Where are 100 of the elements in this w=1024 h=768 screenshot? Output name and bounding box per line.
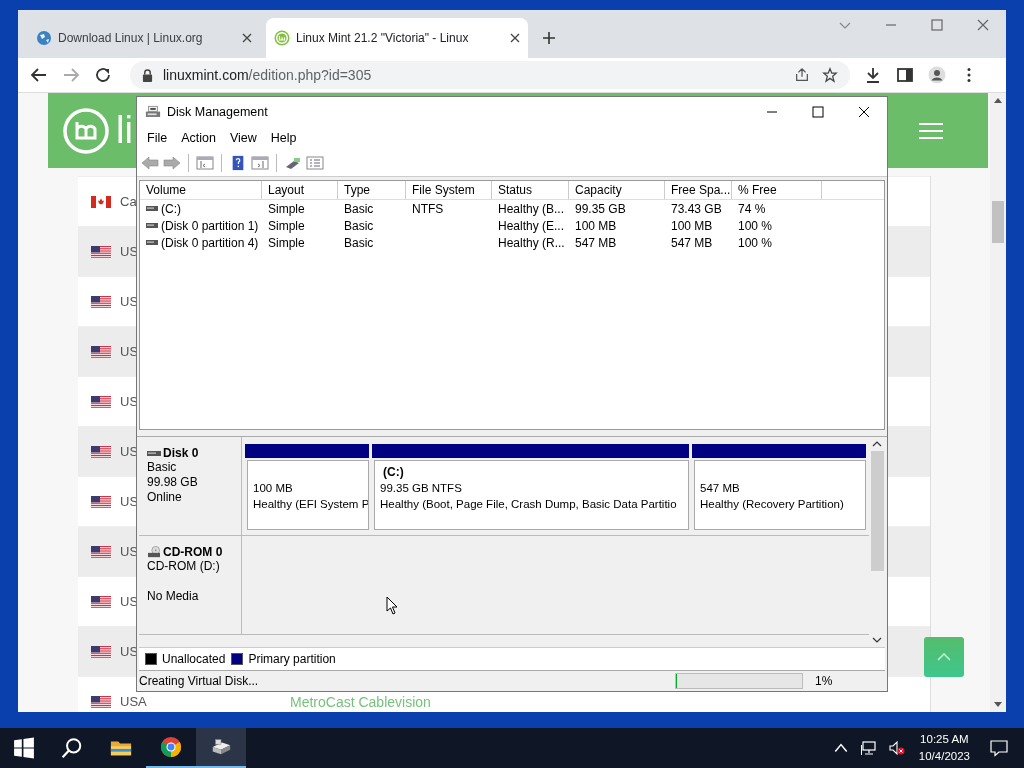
new-tab-icon[interactable] <box>542 31 556 45</box>
chevron-up-icon <box>936 652 952 662</box>
table-cell: 100 % <box>738 235 773 250</box>
disk-info: 99.98 GB <box>147 475 198 490</box>
menu-item[interactable]: File <box>141 131 174 145</box>
lock-icon <box>142 68 153 82</box>
status-text: Creating Virtual Disk... <box>139 674 259 688</box>
scroll-thumb[interactable] <box>992 201 1004 243</box>
partition-size: 99.35 GB NTFS <box>380 481 463 496</box>
disk-name: Disk 0 <box>163 446 199 460</box>
window-title: Disk Management <box>167 105 268 119</box>
scroll-up-icon[interactable] <box>872 441 882 447</box>
legend-label: Unallocated <box>162 652 226 666</box>
cd-drive-icon <box>147 546 161 558</box>
close-icon[interactable] <box>242 33 252 43</box>
side-panel-icon[interactable] <box>896 66 914 84</box>
download-icon[interactable] <box>864 66 882 84</box>
usa-flag-icon <box>91 295 111 308</box>
disk-info: No Media <box>147 589 199 604</box>
profile-icon[interactable] <box>928 66 946 84</box>
scroll-thumb[interactable] <box>870 451 884 571</box>
close-icon[interactable] <box>976 18 990 32</box>
drive-icon <box>146 205 158 212</box>
usa-flag-icon <box>91 595 111 608</box>
partition-size: 547 MB <box>700 481 741 496</box>
scroll-down-icon[interactable] <box>994 701 1002 707</box>
notification-icon[interactable] <box>990 739 1008 757</box>
menu-item[interactable]: View <box>223 131 263 145</box>
logo-text: li <box>116 109 133 152</box>
forward-arrow-icon[interactable] <box>163 154 181 171</box>
usa-flag-icon <box>91 695 111 708</box>
disk-label-panel[interactable]: Disk 0 Basic 99.98 GB Online <box>139 437 242 535</box>
partition-status: Healthy (EFI System P <box>253 497 368 512</box>
table-cell: Simple <box>268 201 305 216</box>
table-cell: Simple <box>268 218 305 233</box>
table-cell: Healthy (B... <box>498 201 565 216</box>
table-cell: Basic <box>344 235 374 250</box>
usa-flag-icon <box>91 345 111 358</box>
browser-tab[interactable]: Linux Mint 21.2 "Victoria" - Linux <box>266 18 528 58</box>
search-icon <box>61 737 83 759</box>
browser-tab[interactable]: Download Linux | Linux.org <box>28 18 260 58</box>
disk-info: Basic <box>147 460 177 475</box>
back-arrow-icon[interactable] <box>30 66 48 84</box>
table-cell: 73.43 GB <box>671 201 722 216</box>
table-cell: 547 MB <box>671 235 713 250</box>
partition-status: Healthy (Recovery Partition) <box>700 497 845 512</box>
table-cell: 100 MB <box>671 218 713 233</box>
globe-icon <box>36 30 52 46</box>
disk-info: CD-ROM (D:) <box>147 559 220 574</box>
close-icon[interactable] <box>510 33 520 43</box>
usa-flag-icon <box>91 495 111 508</box>
table-cell: (C:) <box>161 201 181 216</box>
disk-label-panel[interactable]: CD-ROM 0 CD-ROM (D:) No Media <box>139 536 242 634</box>
scrollbar[interactable] <box>990 93 1006 712</box>
usa-flag-icon <box>91 545 111 558</box>
table-cell: 99.35 GB <box>575 201 626 216</box>
usa-flag-icon <box>91 445 111 458</box>
usa-flag-icon <box>91 395 111 408</box>
drive-icon <box>146 239 158 246</box>
table-cell: 100 % <box>738 218 773 233</box>
clock[interactable]: 10:25 AM 10/4/2023 <box>918 731 970 765</box>
menu-item[interactable]: Help <box>264 131 303 145</box>
table-cell: Healthy (E... <box>498 218 565 233</box>
progress-reading: 1% <box>815 674 834 688</box>
clock-time: 10:25 AM <box>920 732 969 747</box>
table-cell: 74 % <box>738 201 766 216</box>
table-cell: 100 MB <box>575 218 617 233</box>
reload-icon[interactable] <box>94 66 112 84</box>
table-cell: Basic <box>344 218 374 233</box>
mint-logo-icon <box>274 30 290 46</box>
scroll-up-icon[interactable] <box>994 98 1002 104</box>
clock-date: 10/4/2023 <box>918 749 970 764</box>
windows-logo-icon <box>13 737 35 759</box>
menu-item[interactable]: Action <box>175 131 222 145</box>
country-name: USA <box>120 694 147 709</box>
table-cell: Healthy (R... <box>498 235 565 250</box>
country-name: Ca <box>120 194 137 209</box>
table-cell: NTFS <box>412 201 444 216</box>
legend-label: Primary partition <box>248 652 336 666</box>
chrome-logo-icon <box>160 736 182 758</box>
share-icon[interactable] <box>794 67 810 83</box>
muted-speaker-icon[interactable] <box>888 740 905 756</box>
partition-size: 100 MB <box>253 481 294 496</box>
taskbar-app[interactable] <box>196 728 246 768</box>
usa-flag-icon <box>91 645 111 658</box>
mouse-pointer-icon <box>386 596 398 615</box>
address-field[interactable]: linuxmint.com/edition.php?id=305 <box>130 61 850 89</box>
table-cell: Simple <box>268 235 305 250</box>
scroll-down-icon[interactable] <box>872 637 882 643</box>
partition-name: (C:) <box>383 465 404 479</box>
partition-status: Healthy (Boot, Page File, Crash Dump, Basic Data Partitio <box>380 497 678 512</box>
table-cell: (Disk 0 partition 1) <box>161 218 259 233</box>
table-cell: 547 MB <box>575 235 617 250</box>
usa-flag-icon <box>91 245 111 258</box>
disk-name: CD-ROM 0 <box>163 545 223 559</box>
table-cell: Basic <box>344 201 374 216</box>
canada-flag-icon <box>91 195 111 208</box>
disk-drive-icon <box>145 104 161 120</box>
network-icon[interactable] <box>860 740 877 756</box>
star-icon[interactable] <box>822 67 838 83</box>
